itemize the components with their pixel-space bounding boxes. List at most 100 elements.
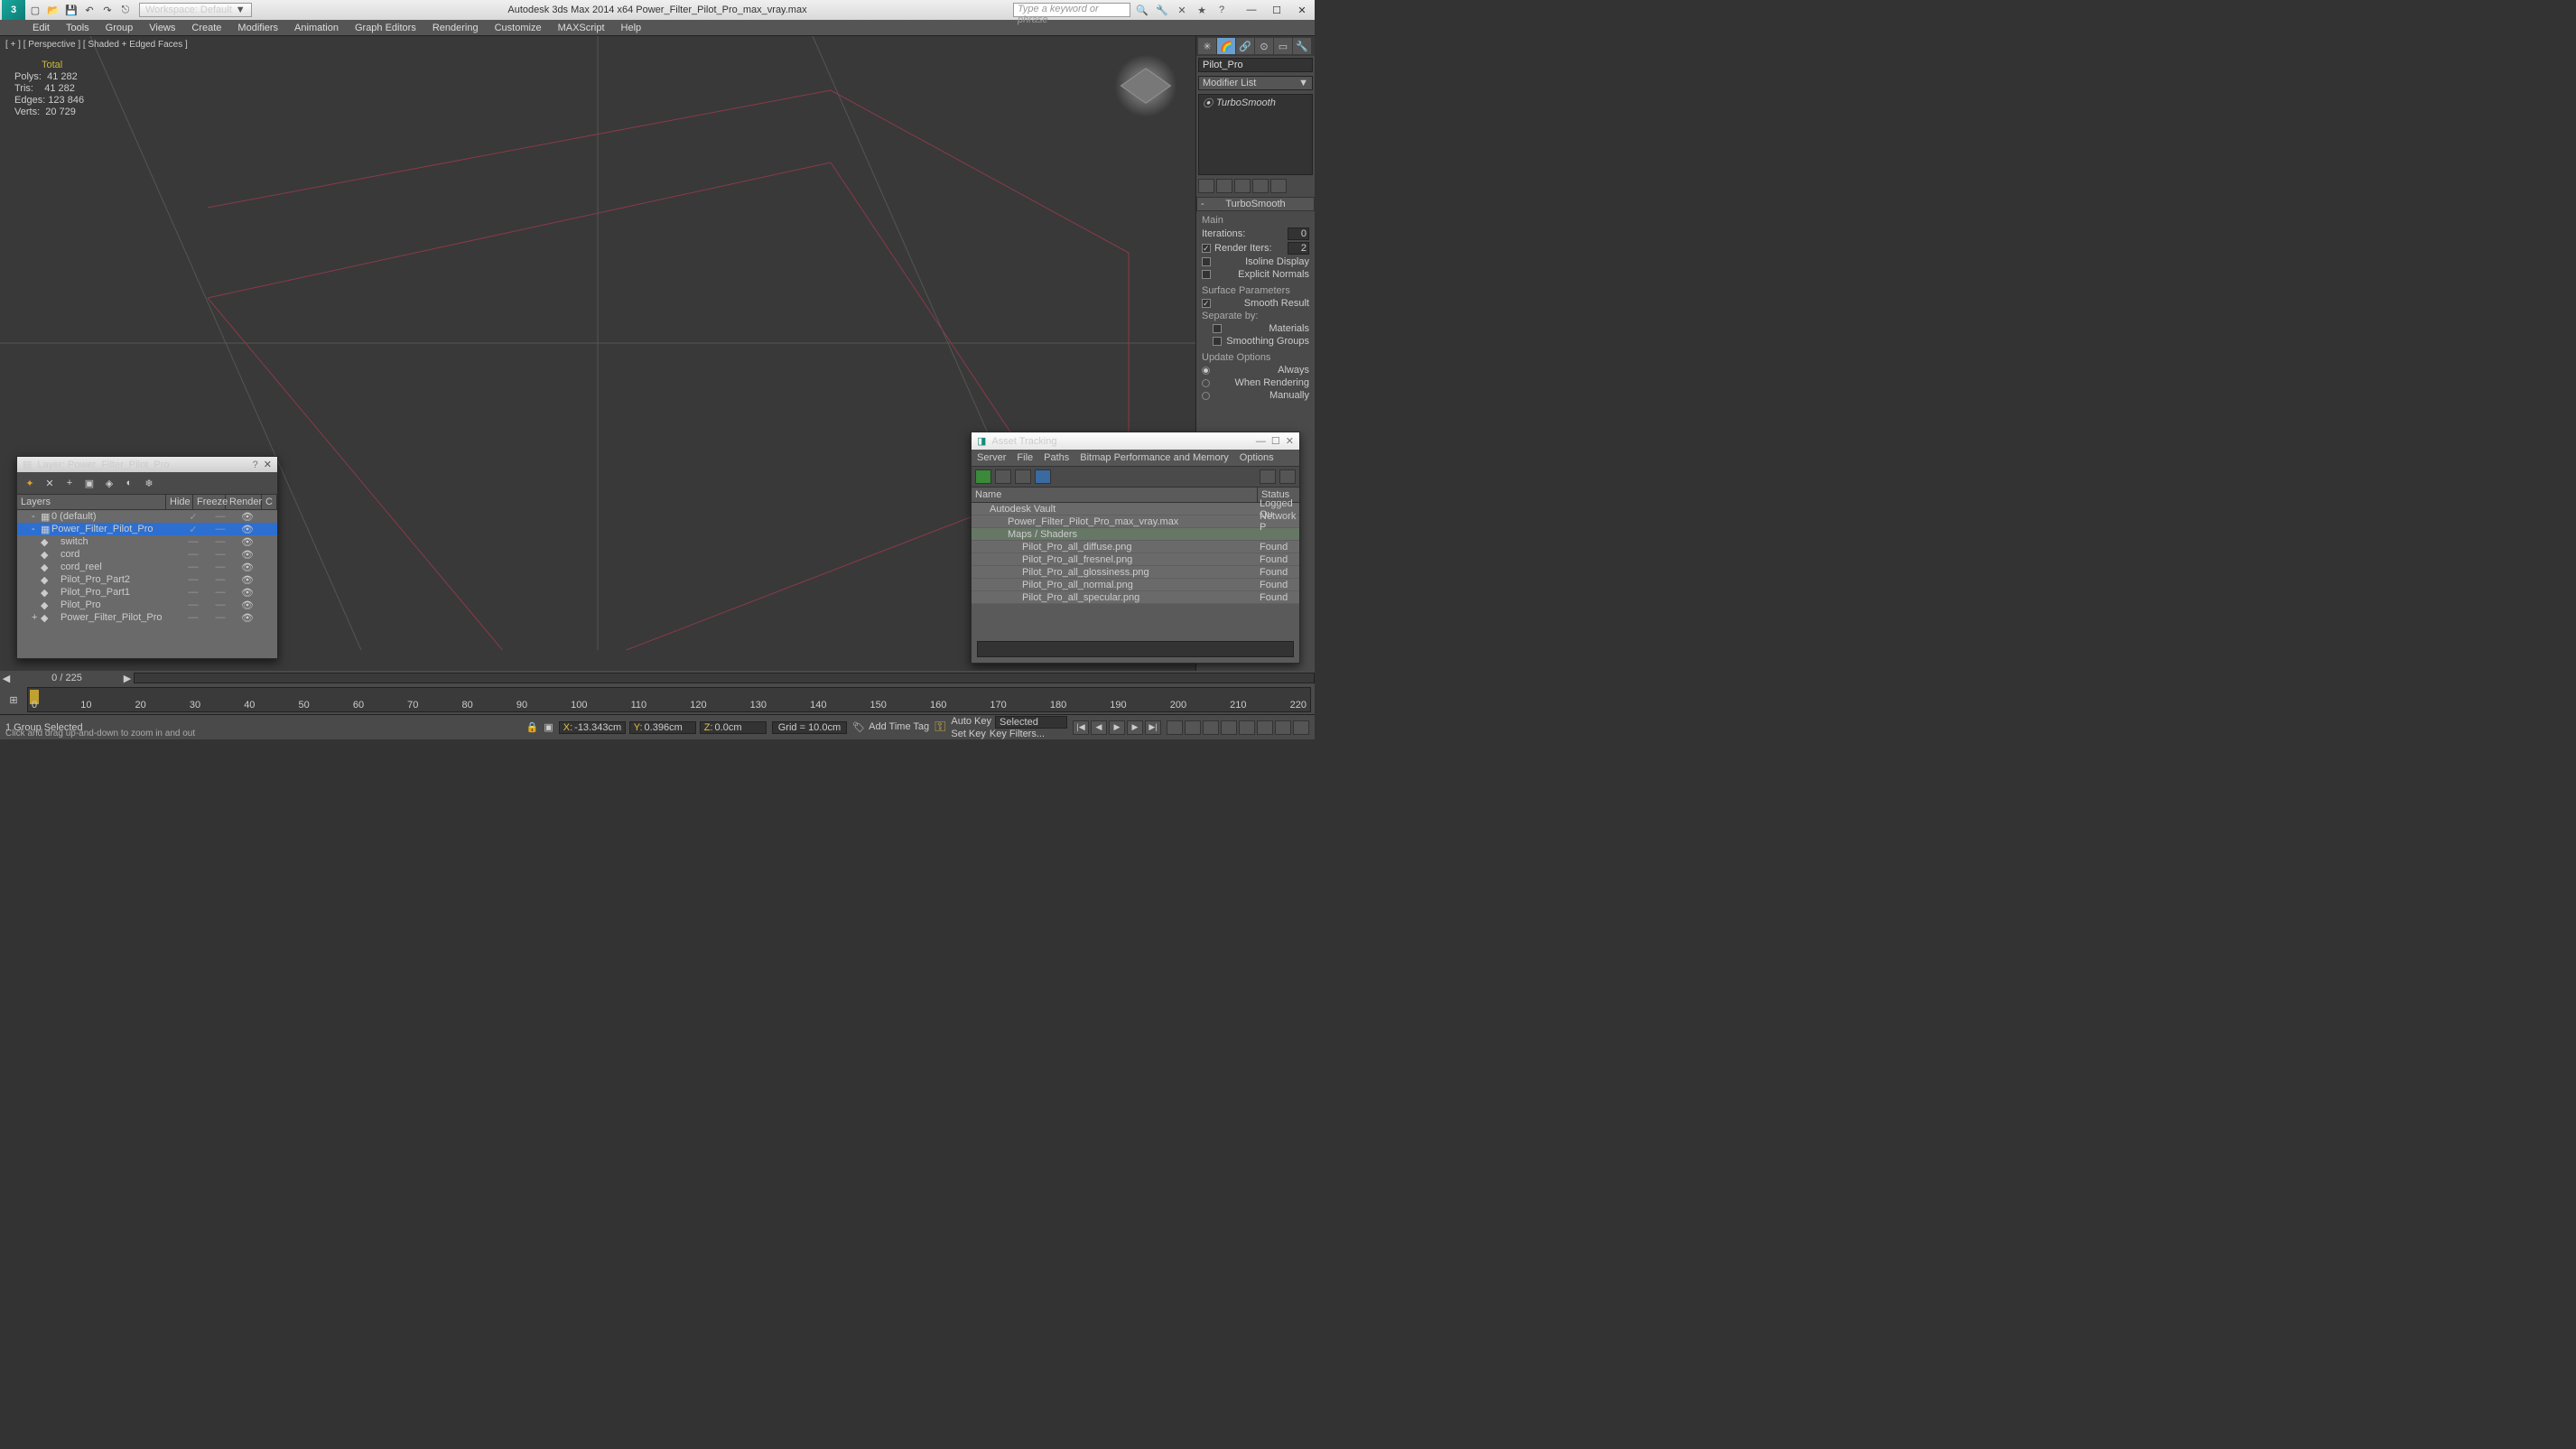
update-always-radio[interactable] (1202, 367, 1210, 375)
menu-options[interactable]: Options (1240, 452, 1274, 463)
smooth-result-checkbox[interactable] (1202, 299, 1211, 308)
track-bar[interactable]: ◀ 0 / 225 ▶ (0, 671, 1315, 685)
menu-group[interactable]: Group (106, 23, 134, 33)
maximize-icon[interactable]: ☐ (1271, 435, 1280, 447)
workspace-dropdown[interactable]: Workspace: Default ▼ (139, 3, 252, 17)
refresh-icon[interactable] (975, 469, 991, 484)
asset-row[interactable]: Pilot_Pro_all_normal.pngFound (972, 579, 1299, 591)
addtimetag-button[interactable]: 🏷Add Time Tag (852, 721, 929, 733)
layer-manager-dialog[interactable]: ▤ Layer: Power_Filter_Pilot_Pro ? ✕ ✦ ✕ … (16, 456, 278, 659)
key-filter-dropdown[interactable]: Selected (995, 716, 1067, 729)
highlight-icon[interactable] (1279, 469, 1296, 484)
asset-row[interactable]: Maps / Shaders (972, 528, 1299, 541)
orbit-icon[interactable] (1239, 720, 1255, 735)
menu-paths[interactable]: Paths (1044, 452, 1069, 463)
autokey-button[interactable]: Auto Key (951, 716, 991, 729)
asset-row[interactable]: Pilot_Pro_all_glossiness.pngFound (972, 566, 1299, 579)
layer-row[interactable]: -▦0 (default)✓—👁 (17, 510, 277, 523)
object-name-field[interactable]: Pilot_Pro (1198, 58, 1313, 72)
new-layer-icon[interactable]: ✦ (23, 476, 37, 490)
menu-views[interactable]: Views (149, 23, 175, 33)
tab-motion[interactable]: ⊙ (1255, 38, 1273, 54)
menu-grapheditors[interactable]: Graph Editors (355, 23, 416, 33)
help-icon[interactable]: ? (1214, 2, 1230, 18)
asset-row[interactable]: Pilot_Pro_all_specular.pngFound (972, 591, 1299, 604)
selection-lock-icon[interactable]: ▣ (544, 721, 553, 733)
menu-help[interactable]: Help (621, 23, 642, 33)
minimize-button[interactable]: — (1239, 0, 1264, 20)
layer-row[interactable]: ◆cord_reel——👁 (17, 561, 277, 573)
timeline[interactable]: ⊞ 01020304050607080901001101201301401501… (0, 685, 1315, 714)
menu-tools[interactable]: Tools (66, 23, 89, 33)
pin-stack-icon[interactable] (1198, 179, 1214, 193)
iterations-spinner[interactable] (1288, 228, 1309, 240)
asset-tracking-dialog[interactable]: ◨ Asset Tracking — ☐ ✕ Server File Paths… (971, 432, 1300, 664)
layer-row[interactable]: ◆cord——👁 (17, 548, 277, 561)
undo-icon[interactable]: ↶ (81, 2, 98, 18)
maximize-button[interactable]: ☐ (1264, 0, 1289, 20)
make-unique-icon[interactable] (1234, 179, 1251, 193)
pan-icon[interactable] (1167, 720, 1183, 735)
maximize-viewport-icon[interactable] (1257, 720, 1273, 735)
menu-animation[interactable]: Animation (294, 23, 339, 33)
lightbulb-icon[interactable]: ⦿ (1203, 96, 1213, 110)
help-icon[interactable]: ? (253, 460, 258, 470)
redo-icon[interactable]: ↷ (99, 2, 116, 18)
coord-y[interactable]: Y:0.396cm (629, 721, 696, 734)
delete-layer-icon[interactable]: ✕ (42, 476, 57, 490)
table-view-icon[interactable] (1035, 469, 1051, 484)
close-button[interactable]: ✕ (1289, 0, 1315, 20)
layer-list[interactable]: -▦0 (default)✓—👁-▦Power_Filter_Pilot_Pro… (17, 510, 277, 627)
menu-rendering[interactable]: Rendering (432, 23, 479, 33)
smoothing-groups-checkbox[interactable] (1213, 337, 1222, 346)
tab-display[interactable]: ▭ (1274, 38, 1292, 54)
keyfilters-button[interactable]: Key Filters... (990, 729, 1045, 739)
configure-sets-icon[interactable] (1270, 179, 1287, 193)
update-manually-radio[interactable] (1202, 392, 1210, 400)
asset-row[interactable]: Pilot_Pro_all_fresnel.pngFound (972, 553, 1299, 566)
layer-row[interactable]: ◆Pilot_Pro——👁 (17, 599, 277, 611)
tab-create[interactable]: ✳ (1198, 38, 1216, 54)
dialog-titlebar[interactable]: ▤ Layer: Power_Filter_Pilot_Pro ? ✕ (17, 457, 277, 472)
fov-icon[interactable] (1221, 720, 1237, 735)
key-icon[interactable]: ⚿ (935, 720, 945, 736)
asset-row[interactable]: Pilot_Pro_all_diffuse.pngFound (972, 541, 1299, 553)
status-icon[interactable] (1260, 469, 1276, 484)
explicit-checkbox[interactable] (1202, 270, 1211, 279)
menu-modifiers[interactable]: Modifiers (237, 23, 278, 33)
scroll-left-icon[interactable]: ◀ (0, 673, 13, 684)
coord-z[interactable]: Z:0.0cm (700, 721, 767, 734)
isoline-checkbox[interactable] (1202, 257, 1211, 266)
dialog-titlebar[interactable]: ◨ Asset Tracking — ☐ ✕ (972, 432, 1299, 450)
favorites-icon[interactable]: ★ (1194, 2, 1210, 18)
layer-row[interactable]: ◆Pilot_Pro_Part2——👁 (17, 573, 277, 586)
select-layer-icon[interactable]: ▣ (82, 476, 97, 490)
modifier-stack-item[interactable]: ⦿ TurboSmooth (1199, 95, 1312, 111)
menu-create[interactable]: Create (191, 23, 221, 33)
search-icon[interactable]: 🔍 (1134, 2, 1150, 18)
highlight-layer-icon[interactable]: ◈ (102, 476, 116, 490)
subscription-icon[interactable]: 🔧 (1154, 2, 1170, 18)
materials-checkbox[interactable] (1213, 324, 1222, 333)
infocenter-search[interactable]: Type a keyword or phrase (1013, 3, 1130, 17)
layer-row[interactable]: +◆Power_Filter_Pilot_Pro——👁 (17, 611, 277, 624)
modifier-stack[interactable]: ⦿ TurboSmooth (1198, 94, 1313, 175)
add-to-layer-icon[interactable]: + (62, 476, 77, 490)
remove-modifier-icon[interactable] (1252, 179, 1269, 193)
app-menu-button[interactable]: 3 (2, 0, 25, 20)
pan-view-icon[interactable] (1275, 720, 1291, 735)
tab-modify[interactable]: 🌈 (1217, 38, 1235, 54)
save-icon[interactable]: 💾 (63, 2, 79, 18)
zoom-extents-icon[interactable] (1203, 720, 1219, 735)
scroll-right-icon[interactable]: ▶ (121, 673, 134, 684)
close-icon[interactable]: ✕ (264, 459, 272, 470)
tab-utilities[interactable]: 🔧 (1293, 38, 1311, 54)
viewport-label[interactable]: [ + ] [ Perspective ] [ Shaded + Edged F… (5, 40, 188, 50)
update-rendering-radio[interactable] (1202, 379, 1210, 387)
asset-row[interactable]: Power_Filter_Pilot_Pro_max_vray.maxNetwo… (972, 516, 1299, 528)
viewcube[interactable] (1114, 54, 1177, 117)
walk-icon[interactable] (1293, 720, 1309, 735)
layer-row[interactable]: ◆Pilot_Pro_Part1——👁 (17, 586, 277, 599)
time-ruler[interactable]: 0102030405060708090100110120130140150160… (27, 687, 1311, 712)
tree-view-icon[interactable] (995, 469, 1011, 484)
